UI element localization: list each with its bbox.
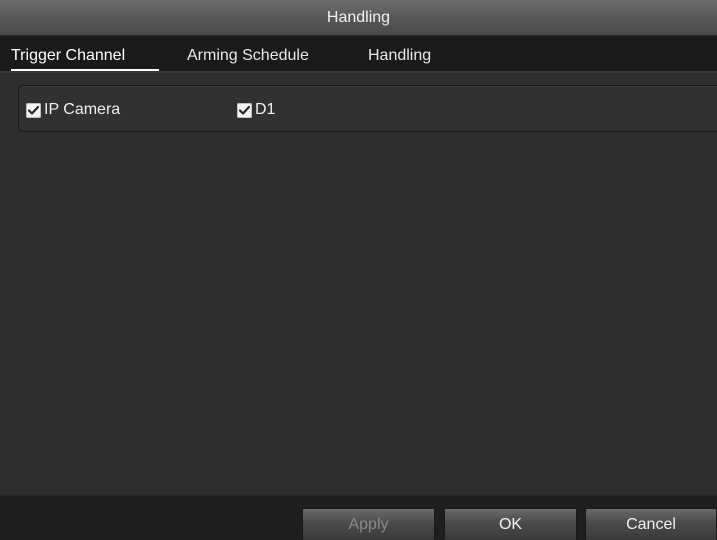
tab-handling[interactable]: Handling bbox=[368, 47, 431, 65]
checkmark-icon[interactable] bbox=[26, 102, 41, 118]
tab-bar: Trigger Channel Arming Schedule Handling bbox=[0, 36, 717, 73]
tab-strip-divider bbox=[0, 71, 717, 73]
channel-checkbox-d1[interactable]: D1 bbox=[237, 102, 275, 118]
tab-trigger-channel[interactable]: Trigger Channel bbox=[11, 47, 125, 65]
window-titlebar: Handling bbox=[0, 0, 717, 36]
tab-arming-schedule[interactable]: Arming Schedule bbox=[187, 47, 309, 65]
channel-checkbox-ip-camera[interactable]: IP Camera bbox=[26, 102, 120, 118]
trigger-channel-panel: IP Camera D1 bbox=[18, 85, 717, 132]
channel-label-d1: D1 bbox=[255, 101, 276, 118]
channel-label-ip-camera: IP Camera bbox=[44, 101, 121, 118]
checkmark-icon[interactable] bbox=[237, 102, 252, 118]
apply-button-label: Apply bbox=[348, 515, 389, 533]
apply-button[interactable]: Apply bbox=[302, 508, 435, 540]
window-title: Handling bbox=[326, 8, 391, 26]
cancel-button[interactable]: Cancel bbox=[585, 508, 717, 540]
ok-button-label: OK bbox=[498, 515, 523, 533]
ok-button[interactable]: OK bbox=[444, 508, 577, 540]
cancel-button-label: Cancel bbox=[626, 515, 676, 533]
dialog-button-bar: Apply OK Cancel bbox=[0, 495, 717, 540]
